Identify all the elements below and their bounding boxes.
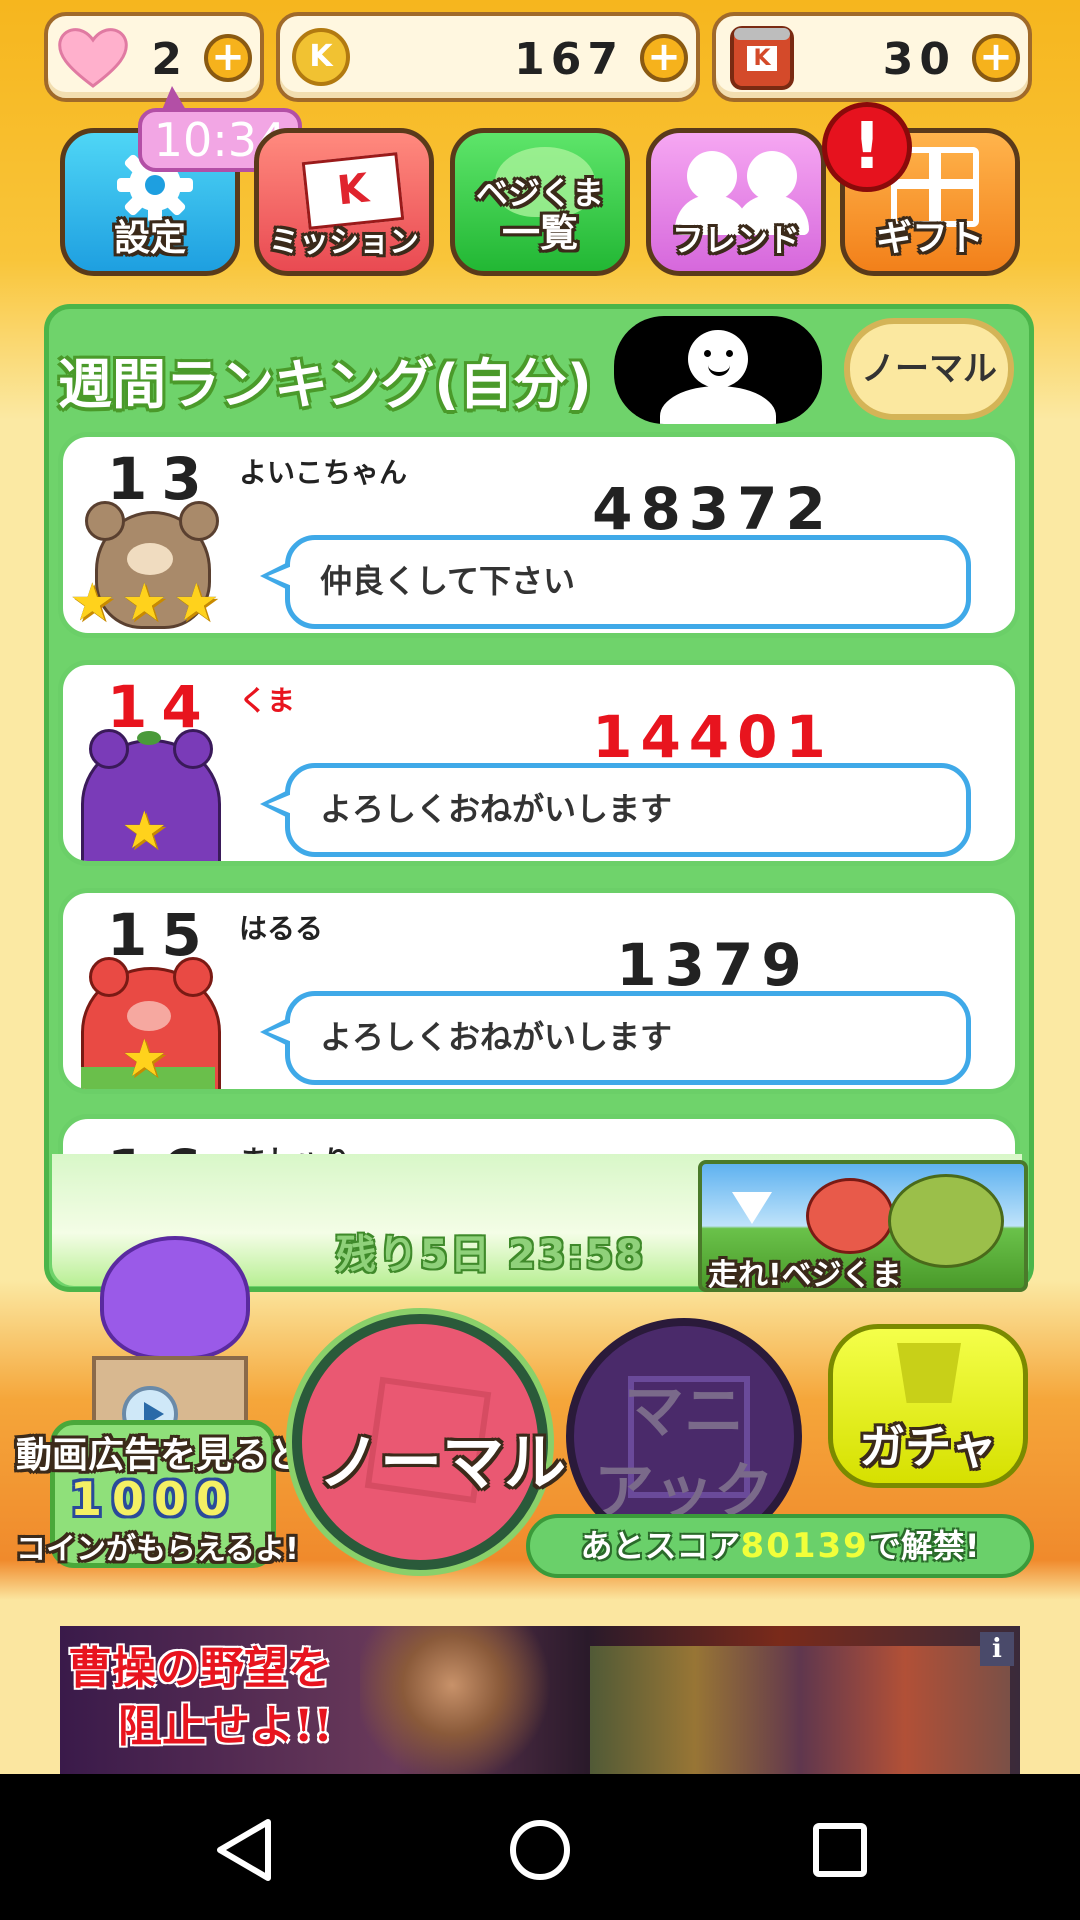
gift-alert-badge: ! — [822, 102, 912, 192]
ranking-row[interactable]: 13 よいこちゃん 48372 ★ ★ ★ 仲良くして下さい — [58, 432, 1020, 638]
mission-button[interactable]: K ミッション — [254, 128, 434, 276]
player-score: 14401 — [592, 703, 834, 771]
flowerpot-icon — [897, 1343, 961, 1403]
ad-info-icon[interactable]: i — [980, 1632, 1014, 1666]
star-icon: ★ — [121, 573, 168, 633]
ranking-mode-button[interactable]: ノーマル — [844, 318, 1014, 420]
star-icon: ★ — [173, 573, 220, 633]
friend-button[interactable]: フレンド — [646, 128, 826, 276]
ranking-row[interactable]: 15 はるる 1379 ★ よろしくおねがいします — [58, 888, 1020, 1094]
can-icon: K — [730, 26, 794, 90]
ad-character-art — [360, 1626, 590, 1774]
recents-icon[interactable] — [812, 1822, 868, 1878]
video-ad-line1: 動画広告を見ると — [16, 1435, 305, 1476]
star-icon: ★ — [69, 573, 116, 633]
settings-label: 設定 — [113, 218, 186, 259]
player-name: よいこちゃん — [239, 456, 408, 489]
ad-characters-row — [590, 1646, 1010, 1774]
player-name: ましゅりー — [239, 1139, 379, 1154]
unlock-score-value: 80139 — [740, 1526, 869, 1566]
run-vegikuma-banner[interactable]: 走れ!ベジくま — [698, 1160, 1028, 1292]
own-profile-avatar[interactable] — [614, 316, 822, 424]
rank-number: 16 — [107, 1137, 216, 1154]
message-bubble: よろしくおねがいします — [260, 991, 971, 1085]
heart-icon — [58, 28, 128, 88]
home-icon[interactable] — [508, 1818, 572, 1882]
unlock-score-banner: あとスコア80139で解禁! — [526, 1514, 1034, 1578]
message-bubble: 仲良くして下さい — [260, 535, 971, 629]
add-coins-button[interactable]: + — [640, 34, 688, 82]
ranking-row[interactable]: 16 ましゅりー — [58, 1114, 1020, 1154]
maniac-label: マニ アック — [594, 1377, 774, 1527]
ranking-title: 週間ランキング(自分) — [58, 353, 592, 416]
gacha-label: ガチャ — [859, 1420, 997, 1474]
advertisement-banner[interactable]: 曹操の野望を 阻止せよ!! i — [60, 1626, 1020, 1774]
vegikuma-list-button[interactable]: ベジくま 一覧 — [450, 128, 630, 276]
video-ad-line2: コインがもらえるよ! — [16, 1532, 299, 1567]
mission-label: ミッション — [269, 225, 419, 260]
coins-value: 167 — [514, 34, 624, 85]
player-name: はるる — [239, 912, 324, 945]
friend-label: フレンド — [671, 221, 800, 259]
bird-character-green — [888, 1174, 1004, 1268]
ranking-row[interactable]: 14 くま 14401 ★ よろしくおねがいします — [58, 660, 1020, 866]
hearts-counter[interactable]: 2 + — [44, 12, 264, 102]
star-icon: ★ — [121, 1029, 168, 1089]
video-ad-amount: 1000 — [70, 1472, 239, 1526]
add-hearts-button[interactable]: + — [204, 34, 252, 82]
cans-value: 30 — [882, 34, 956, 85]
hearts-value: 2 — [151, 34, 188, 85]
player-score: 1379 — [616, 931, 810, 999]
player-name: くま — [239, 684, 296, 717]
add-cans-button[interactable]: + — [972, 34, 1020, 82]
coins-counter[interactable]: K 167 + — [276, 12, 700, 102]
gacha-button[interactable]: ガチャ — [828, 1324, 1028, 1488]
remaining-time: 残り5日 23:58 — [336, 1232, 646, 1278]
player-score: 48372 — [592, 475, 834, 543]
ranking-row-clip: 16 ましゅりー — [58, 1114, 1020, 1154]
mascot-purple-bear — [100, 1236, 250, 1360]
gift-label: ギフト — [875, 218, 984, 259]
coin-icon: K — [292, 28, 350, 86]
ad-headline: 曹操の野望を 阻止せよ!! — [68, 1643, 333, 1752]
cans-counter[interactable]: K 30 + — [712, 12, 1032, 102]
back-icon[interactable] — [214, 1818, 274, 1882]
bird-character-red — [806, 1178, 894, 1254]
promo-label: 走れ!ベジくま — [708, 1258, 902, 1292]
star-icon: ★ — [121, 801, 168, 861]
message-bubble: よろしくおねがいします — [260, 763, 971, 857]
normal-play-label: ノーマル — [318, 1426, 567, 1499]
pointer-triangle-icon — [732, 1192, 772, 1224]
navigation-bar — [0, 1774, 1080, 1920]
vegikuma-list-label: ベジくま 一覧 — [475, 174, 604, 255]
